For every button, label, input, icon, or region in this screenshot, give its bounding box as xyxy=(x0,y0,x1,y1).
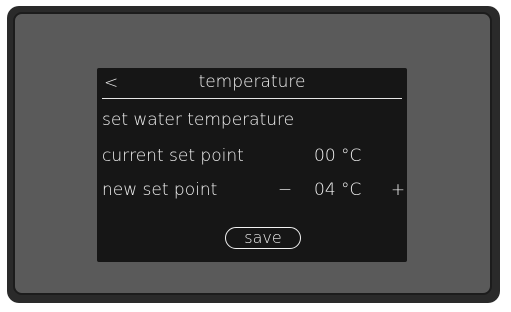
section-title: set water temperature xyxy=(102,110,295,130)
new-set-point-row: new set point − 04 °C + xyxy=(102,178,405,202)
current-set-point-row: current set point 00 °C xyxy=(102,144,402,168)
save-button[interactable]: save xyxy=(225,227,301,249)
current-set-point-label: current set point xyxy=(102,146,244,166)
new-set-point-value: 04 °C xyxy=(314,180,362,200)
current-set-point-value: 00 °C xyxy=(314,146,362,166)
new-set-point-label: new set point xyxy=(102,180,218,200)
page-title: temperature xyxy=(198,72,306,92)
decrement-button[interactable]: − xyxy=(276,178,294,202)
increment-button[interactable]: + xyxy=(390,178,406,202)
device-panel: < temperature set water temperature curr… xyxy=(13,12,492,295)
display-screen: < temperature set water temperature curr… xyxy=(97,68,407,262)
section-title-row: set water temperature xyxy=(102,108,402,132)
screen-header: < temperature xyxy=(102,68,402,99)
device-bezel: < temperature set water temperature curr… xyxy=(7,6,500,303)
